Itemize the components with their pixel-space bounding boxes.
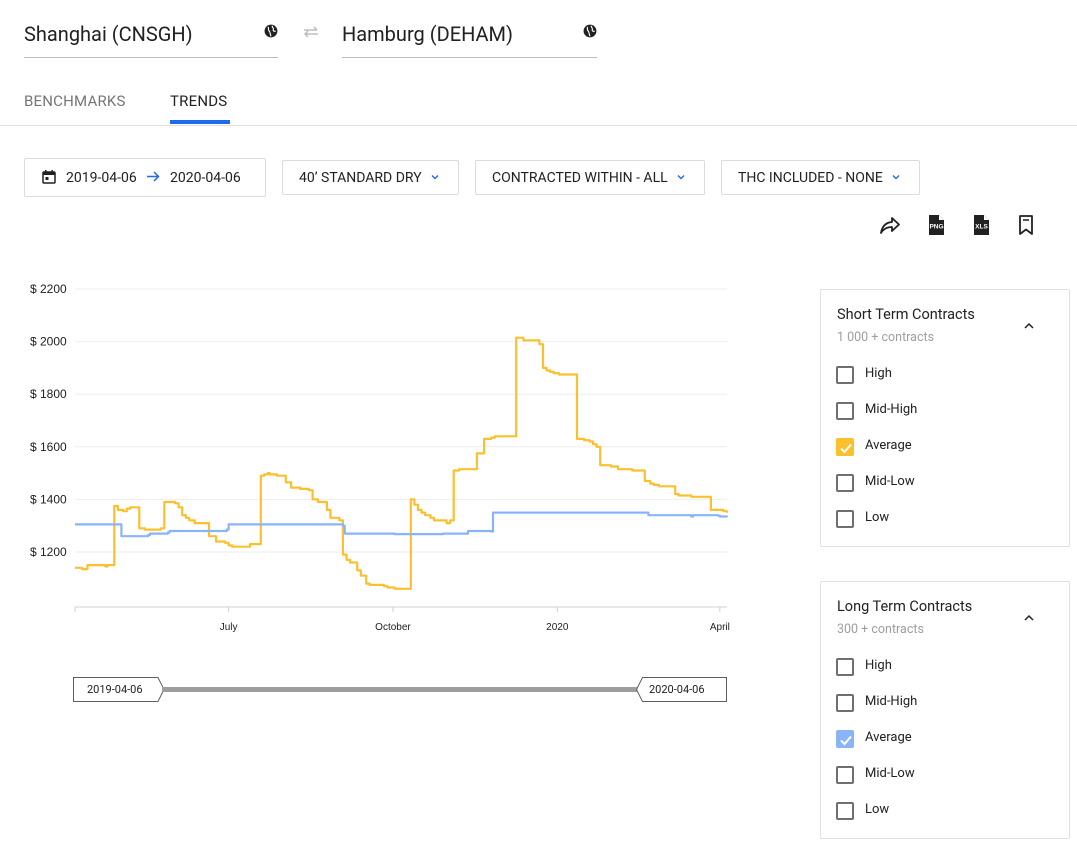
x-tick-label: July xyxy=(220,622,238,633)
y-tick-label: $ 1600 xyxy=(30,440,67,454)
checkbox-checked[interactable] xyxy=(836,730,854,748)
option-label: Low xyxy=(865,802,890,817)
option-label: Mid-Low xyxy=(865,474,915,489)
thc-included-dropdown[interactable]: THC INCLUDED - NONE xyxy=(721,160,920,195)
short-term-title: Short Term Contracts xyxy=(837,306,975,323)
option-label: Mid-High xyxy=(865,694,918,709)
tab-benchmarks[interactable]: BENCHMARKS xyxy=(24,92,126,110)
thc-included-label: THC INCLUDED - NONE xyxy=(738,170,883,186)
checkbox[interactable] xyxy=(836,510,854,528)
long-term-option-mid-high[interactable]: Mid-High xyxy=(836,693,1036,713)
chevron-down-icon xyxy=(431,175,439,180)
y-tick-label: $ 1400 xyxy=(30,492,67,506)
long-term-option-mid-low[interactable]: Mid-Low xyxy=(836,765,1036,785)
contracted-within-label: CONTRACTED WITHIN - ALL xyxy=(492,170,668,186)
destination-port-label: Hamburg (DEHAM) xyxy=(342,22,513,46)
checkbox[interactable] xyxy=(836,802,854,820)
short-term-contracts-panel: Short Term Contracts 1 000 + contracts H… xyxy=(820,289,1070,547)
x-tick-label: October xyxy=(375,622,411,633)
range-end-handle[interactable]: 2020-04-06 xyxy=(636,677,727,702)
globe-icon[interactable] xyxy=(583,24,597,38)
checkmark-icon xyxy=(840,443,852,454)
chart-series xyxy=(75,336,729,590)
calendar-icon xyxy=(42,170,56,184)
checkbox[interactable] xyxy=(836,402,854,420)
short-term-option-mid-low[interactable]: Mid-Low xyxy=(836,473,1036,493)
contracted-within-dropdown[interactable]: CONTRACTED WITHIN - ALL xyxy=(475,160,705,195)
chevron-down-icon xyxy=(892,175,900,180)
long-term-subtitle: 300 + contracts xyxy=(837,622,924,637)
range-slider-track[interactable] xyxy=(162,687,638,692)
checkbox[interactable] xyxy=(836,694,854,712)
date-from-label: 2019-04-06 xyxy=(66,170,137,186)
y-tick-label: $ 2200 xyxy=(30,282,67,296)
globe-icon[interactable] xyxy=(264,24,278,38)
container-type-dropdown[interactable]: 40’ STANDARD DRY xyxy=(282,160,459,195)
checkbox[interactable] xyxy=(836,658,854,676)
png-export-icon[interactable]: PNG xyxy=(924,213,948,237)
x-tick-label: 2020 xyxy=(546,622,569,633)
container-type-label: 40’ STANDARD DRY xyxy=(299,170,422,186)
checkbox[interactable] xyxy=(836,474,854,492)
option-label: Mid-High xyxy=(865,402,918,417)
tab-bar: BENCHMARKS TRENDS xyxy=(0,84,1077,126)
range-start-label: 2019-04-06 xyxy=(87,683,143,696)
short-term-subtitle: 1 000 + contracts xyxy=(837,330,935,345)
short-term-option-mid-high[interactable]: Mid-High xyxy=(836,401,1036,421)
long-term-contracts-panel: Long Term Contracts 300 + contracts High… xyxy=(820,581,1070,839)
chevron-up-icon[interactable] xyxy=(1024,614,1034,621)
short-term-option-average[interactable]: Average xyxy=(836,437,1036,457)
origin-port-label: Shanghai (CNSGH) xyxy=(24,22,193,46)
long-term-option-low[interactable]: Low xyxy=(836,801,1036,821)
x-tick-label: April xyxy=(710,622,730,633)
long-term-average-line xyxy=(75,511,729,538)
arrow-right-icon xyxy=(147,171,160,182)
checkbox[interactable] xyxy=(836,366,854,384)
long-term-option-average[interactable]: Average xyxy=(836,729,1036,749)
option-label: Average xyxy=(865,438,912,453)
svg-text:PNG: PNG xyxy=(929,224,943,231)
y-tick-label: $ 1200 xyxy=(30,545,67,559)
long-term-title: Long Term Contracts xyxy=(837,598,973,615)
y-tick-label: $ 2000 xyxy=(30,335,67,349)
destination-port-field[interactable]: Hamburg (DEHAM) xyxy=(342,14,597,58)
range-end-label: 2020-04-06 xyxy=(649,683,705,696)
checkmark-icon xyxy=(840,735,852,746)
date-to-label: 2020-04-06 xyxy=(170,170,241,186)
y-tick-label: $ 1800 xyxy=(30,387,67,401)
option-label: High xyxy=(865,366,892,381)
option-label: Average xyxy=(865,730,912,745)
xls-export-icon[interactable]: XLS xyxy=(969,213,993,237)
checkbox-checked[interactable] xyxy=(836,438,854,456)
range-start-handle[interactable]: 2019-04-06 xyxy=(73,677,165,702)
long-term-option-high[interactable]: High xyxy=(836,657,1036,677)
chart-axes: $ 2200 $ 2000 $ 1800 $ 1600 $ 1400 $ 1200 July… xyxy=(30,282,730,633)
active-tab-indicator xyxy=(170,120,230,124)
short-term-option-high[interactable]: High xyxy=(836,365,1036,385)
option-label: Mid-Low xyxy=(865,766,915,781)
swap-arrows-icon[interactable] xyxy=(302,26,320,38)
option-label: Low xyxy=(865,510,890,525)
rate-trend-chart: $ 2200 $ 2000 $ 1800 $ 1600 $ 1400 $ 1200 July… xyxy=(30,282,730,633)
tab-trends[interactable]: TRENDS xyxy=(170,92,227,110)
share-icon[interactable] xyxy=(878,213,902,237)
short-term-average-line xyxy=(75,336,729,590)
short-term-option-low[interactable]: Low xyxy=(836,509,1036,529)
svg-text:XLS: XLS xyxy=(975,224,988,231)
option-label: High xyxy=(865,658,892,673)
chevron-down-icon xyxy=(677,175,685,180)
bookmark-icon[interactable] xyxy=(1014,213,1038,237)
chevron-up-icon[interactable] xyxy=(1024,322,1034,329)
date-range-filter[interactable]: 2019-04-06 2020-04-06 xyxy=(24,158,266,197)
checkbox[interactable] xyxy=(836,766,854,784)
origin-port-field[interactable]: Shanghai (CNSGH) xyxy=(24,14,278,58)
